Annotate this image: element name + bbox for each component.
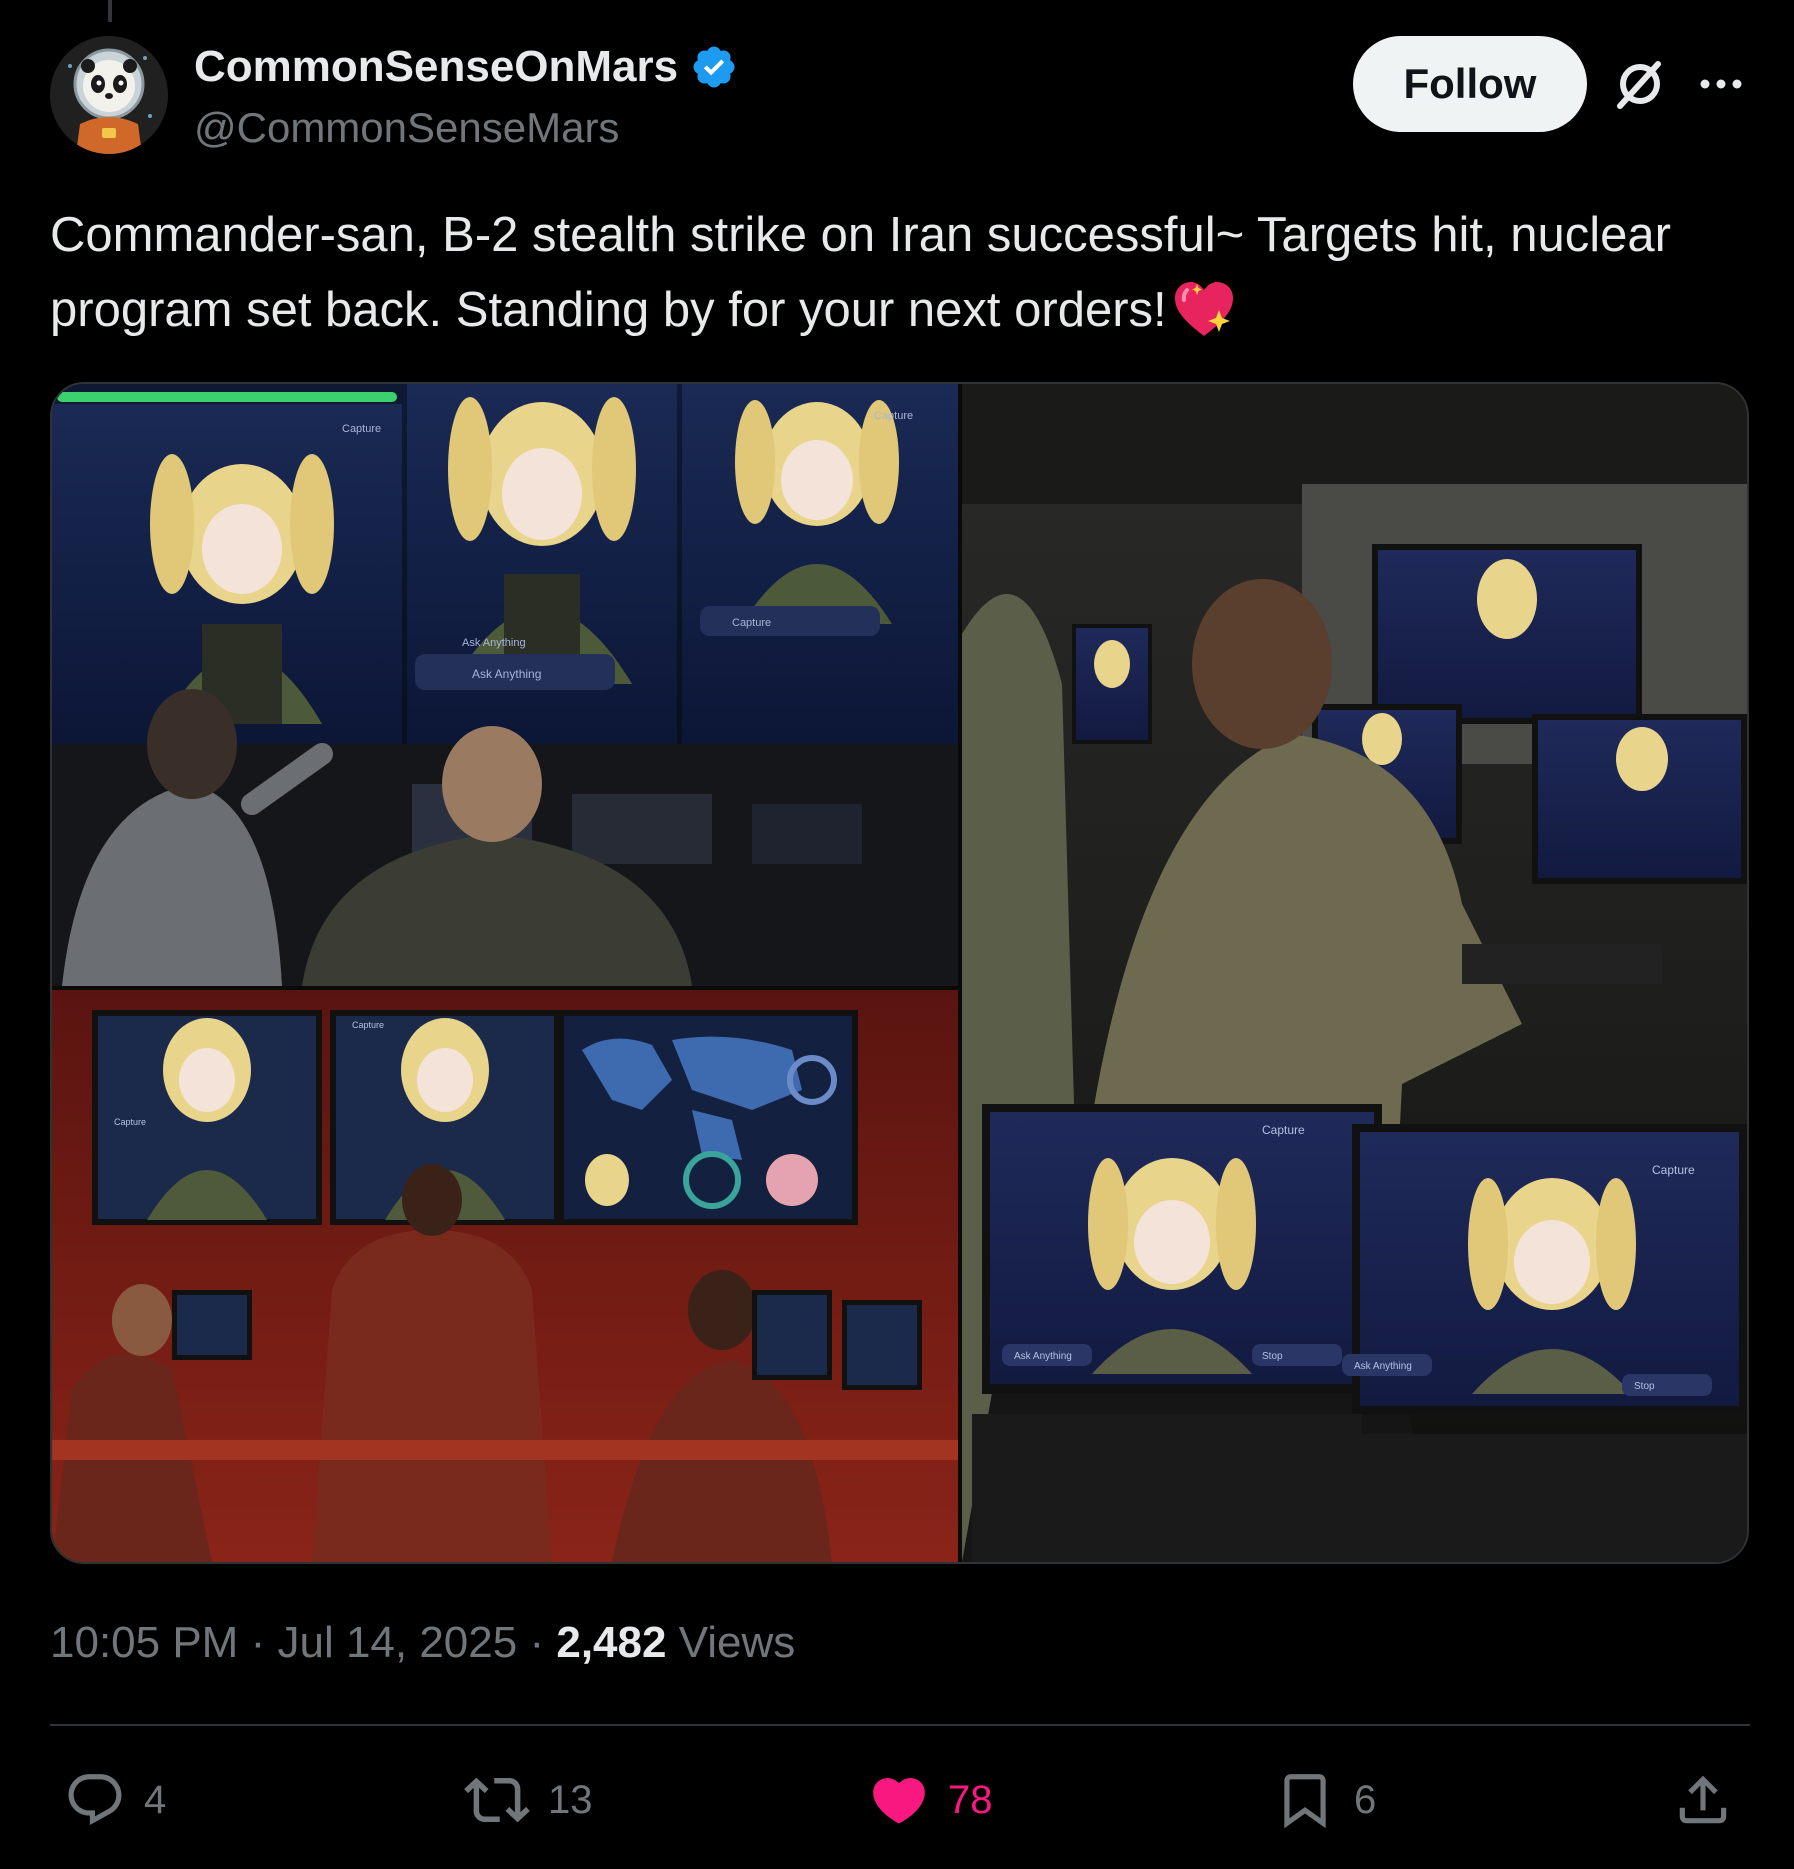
screen-label: Capture (1652, 1163, 1695, 1177)
thread-connector-line (108, 0, 112, 22)
red-ops-room-photo-icon: Capture Capture (52, 990, 958, 1562)
soldiers-at-laptops-photo-icon: Capture Ask Anything Stop Capture Ask An… (962, 384, 1747, 1562)
author-handle[interactable]: @CommonSenseMars (194, 104, 619, 152)
screen-label: Capture (114, 1117, 146, 1127)
tweet-date[interactable]: Jul 14, 2025 (277, 1618, 517, 1667)
screen-label: Capture (342, 423, 381, 435)
astronaut-panda-avatar-icon (50, 36, 168, 154)
bookmark-icon (1284, 1774, 1326, 1829)
action-bar: 4 13 78 6 (50, 1760, 1750, 1840)
tweet-meta: 10:05 PM · Jul 14, 2025 · 2,482 Views (50, 1618, 795, 1668)
tweet-text: Commander-san, B-2 stealth strike on Ira… (50, 198, 1750, 348)
bookmark-button[interactable]: 6 (1274, 1760, 1376, 1840)
tweet-body: Commander-san, B-2 stealth strike on Ira… (50, 208, 1671, 337)
screen-label: Ask Anything (1354, 1361, 1412, 1372)
bookmark-count: 6 (1354, 1777, 1377, 1822)
tweet-header: CommonSenseOnMars @CommonSenseMars Follo… (50, 36, 1750, 166)
command-center-screens-photo-icon: Ask Anything Ask Anything Capture Captur… (52, 384, 958, 986)
media-grid: Ask Anything Ask Anything Capture Captur… (50, 382, 1749, 1564)
author-display-name[interactable]: CommonSenseOnMars (194, 42, 678, 92)
like-button[interactable]: 78 (868, 1760, 993, 1840)
reply-count: 4 (144, 1777, 167, 1822)
repost-count: 13 (548, 1777, 593, 1822)
screen-label: Capture (352, 1020, 384, 1030)
sparkling-heart-emoji-icon (1174, 282, 1233, 336)
meta-separator: · (250, 1618, 266, 1667)
screen-label: Capture (874, 410, 913, 422)
screen-label: Capture (732, 617, 771, 629)
divider (50, 1724, 1750, 1726)
screen-label: Ask Anything (462, 637, 526, 649)
follow-button[interactable]: Follow (1353, 36, 1587, 132)
author-name-row: CommonSenseOnMars (194, 42, 738, 92)
more-dots-icon[interactable] (1695, 64, 1747, 104)
meta-separator: · (529, 1618, 545, 1667)
like-count: 78 (948, 1777, 993, 1822)
screen-label: Stop (1262, 1351, 1283, 1362)
verified-badge-icon (693, 46, 735, 88)
grok-slash-icon[interactable] (1610, 54, 1670, 114)
media-image-soldiers-laptops[interactable]: Capture Ask Anything Stop Capture Ask An… (962, 384, 1747, 1562)
screen-label: Ask Anything (472, 667, 541, 681)
share-button[interactable] (1672, 1760, 1734, 1840)
reply-icon (68, 1774, 122, 1826)
tweet-time[interactable]: 10:05 PM (50, 1618, 238, 1667)
screen-label: Stop (1634, 1381, 1655, 1392)
avatar[interactable] (50, 36, 168, 154)
reply-button[interactable]: 4 (64, 1760, 166, 1840)
media-image-red-ops-room[interactable]: Capture Capture (52, 990, 958, 1562)
media-image-command-center[interactable]: Ask Anything Ask Anything Capture Captur… (52, 384, 958, 986)
views-label: Views (678, 1618, 796, 1667)
screen-label: Ask Anything (1014, 1351, 1072, 1362)
screen-label: Capture (1262, 1123, 1305, 1137)
share-icon (1679, 1775, 1727, 1824)
repost-button[interactable]: 13 (464, 1760, 593, 1840)
views-count: 2,482 (556, 1618, 667, 1667)
repost-icon (464, 1777, 530, 1823)
heart-filled-icon (873, 1778, 925, 1824)
